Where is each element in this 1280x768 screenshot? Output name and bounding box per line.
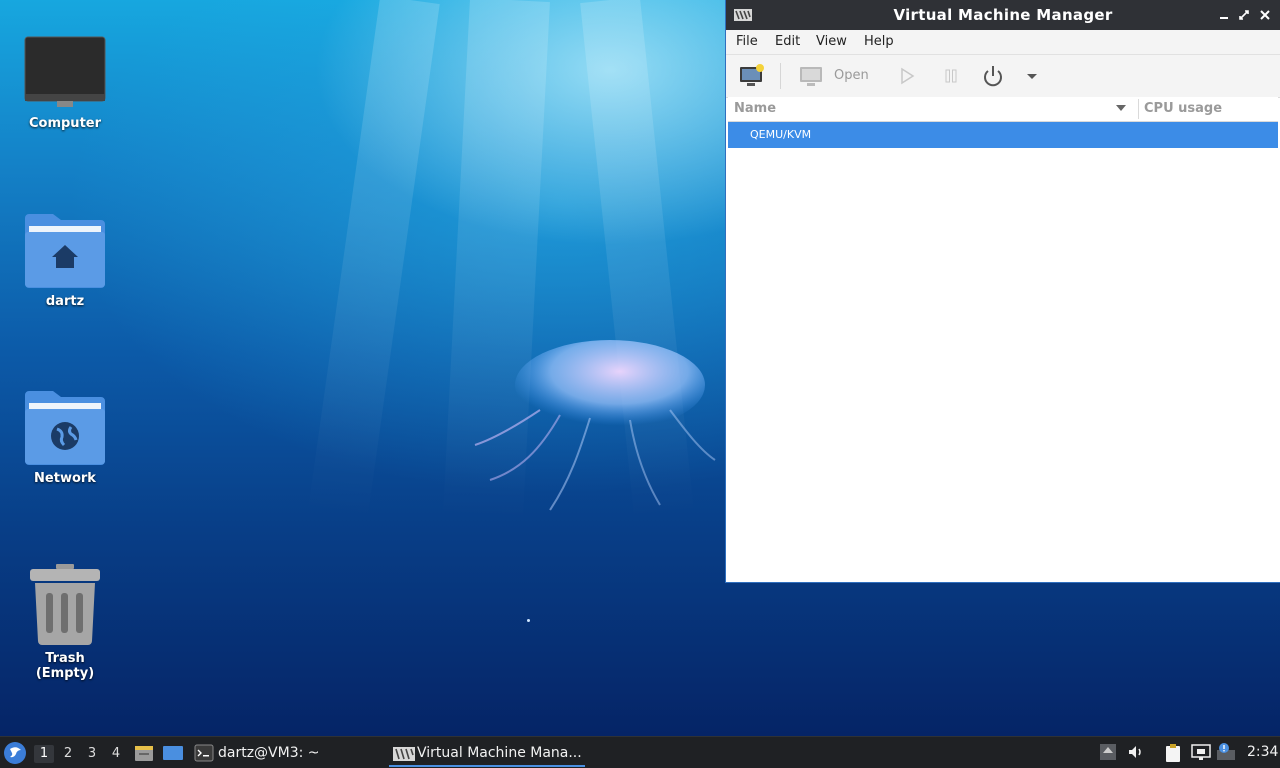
window-titlebar[interactable]: Virtual Machine Manager <box>726 0 1280 30</box>
volume-icon <box>1129 746 1141 758</box>
notification-icon <box>1217 743 1235 760</box>
minimize-icon[interactable] <box>1216 7 1232 23</box>
menu-file[interactable]: File <box>736 34 758 49</box>
close-icon[interactable] <box>1257 7 1273 23</box>
task-label: dartz@VM3: ~ <box>218 745 320 761</box>
tray-network[interactable] <box>1191 743 1211 761</box>
column-cpu-header[interactable]: CPU usage <box>1144 101 1222 116</box>
tray-upload[interactable] <box>1099 743 1117 761</box>
tray-clipboard[interactable] <box>1164 743 1182 762</box>
light-ray <box>307 0 440 520</box>
pause-button[interactable] <box>940 63 962 89</box>
workspace-2[interactable]: 2 <box>58 745 78 763</box>
home-folder-icon <box>25 214 105 288</box>
connection-name: QEMU/KVM <box>750 128 812 141</box>
network-icon <box>1191 744 1211 760</box>
terminal-icon <box>194 744 214 762</box>
menu-edit[interactable]: Edit <box>775 34 800 49</box>
toolbar-separator <box>780 63 781 89</box>
desktop-label: dartz <box>45 294 85 309</box>
menubar: File Edit View Help <box>726 30 1280 55</box>
toolbar: Open <box>726 55 1280 98</box>
taskbar-task-vmm[interactable]: Virtual Machine Mana... <box>389 741 585 767</box>
power-icon <box>984 66 1002 87</box>
desktop-label: Network <box>34 471 96 486</box>
clock[interactable]: 2:34 <box>1247 744 1278 760</box>
workspace-3[interactable]: 3 <box>82 745 102 763</box>
upload-icon <box>1100 744 1116 760</box>
pause-icon <box>945 69 957 83</box>
workspace-1[interactable]: 1 <box>34 745 54 763</box>
tray-volume[interactable] <box>1127 743 1145 761</box>
monitor-icon <box>800 67 822 86</box>
menu-view[interactable]: View <box>816 34 847 49</box>
show-desktop-launcher[interactable] <box>162 743 184 761</box>
run-button[interactable] <box>896 63 918 89</box>
shutdown-menu-button[interactable] <box>1024 63 1040 89</box>
task-label: Virtual Machine Mana... <box>417 745 582 761</box>
clipboard-icon <box>1166 744 1180 762</box>
workspace-4[interactable]: 4 <box>106 745 126 763</box>
file-manager-launcher[interactable] <box>134 743 154 761</box>
desktop-icon-trash[interactable]: Trash (Empty) <box>14 563 116 681</box>
vmm-icon <box>393 747 415 761</box>
desktop-icon-home[interactable]: dartz <box>14 212 116 309</box>
open-button-label: Open <box>834 68 869 83</box>
sort-descending-icon[interactable] <box>1116 105 1126 111</box>
network-folder-icon <box>25 391 105 465</box>
jellyfish-image <box>474 340 716 511</box>
menu-help[interactable]: Help <box>864 34 894 49</box>
window-title: Virtual Machine Manager <box>893 6 1113 24</box>
desktop-icon <box>163 746 183 760</box>
vmm-window: Virtual Machine Manager File Edit View H… <box>726 0 1280 582</box>
play-icon <box>901 67 915 85</box>
mouse-cursor <box>527 619 530 622</box>
desktop-label: Computer <box>28 116 102 131</box>
chevron-down-icon <box>1027 74 1037 79</box>
taskbar-task-terminal[interactable]: dartz@VM3: ~ <box>192 741 377 767</box>
computer-icon <box>24 36 106 107</box>
tray-notification[interactable] <box>1216 742 1235 760</box>
desktop-icon-computer[interactable]: Computer <box>14 36 116 131</box>
column-name-header[interactable]: Name <box>734 101 776 116</box>
lxqt-logo-icon <box>10 747 21 758</box>
taskbar: 1 2 3 4 dartz@VM3: ~ Virtual Machine Man… <box>0 736 1280 768</box>
file-manager-icon <box>135 746 153 761</box>
maximize-icon[interactable] <box>1236 7 1252 23</box>
desktop-icon-network[interactable]: Network <box>14 389 116 486</box>
start-menu-button[interactable] <box>4 742 26 764</box>
shutdown-button[interactable] <box>980 63 1006 89</box>
column-divider[interactable] <box>1138 99 1139 119</box>
new-vm-icon <box>740 64 764 86</box>
trash-icon <box>30 564 100 645</box>
desktop-label: Trash (Empty) <box>35 651 95 681</box>
column-header: Name CPU usage <box>728 97 1278 122</box>
new-vm-button[interactable] <box>738 63 768 89</box>
connection-row[interactable]: QEMU/KVM <box>728 122 1278 148</box>
